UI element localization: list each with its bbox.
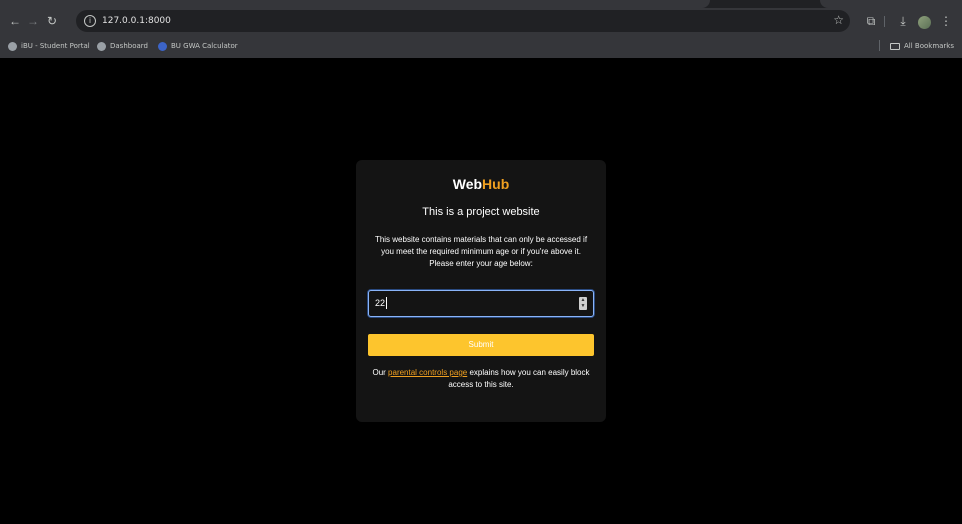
reload-icon[interactable]: ↻: [43, 12, 61, 30]
bookmark-favicon-icon: [8, 41, 17, 51]
extensions-icon[interactable]: ⧉: [864, 12, 878, 30]
download-icon[interactable]: ⤓: [896, 12, 910, 30]
profile-avatar[interactable]: [918, 16, 931, 29]
browser-toolbar: ← → ↻ i 127.0.0.1:8000 ☆ ⧉ ⤓ ⋮: [0, 8, 962, 34]
tab-strip: [0, 0, 962, 8]
number-spinner-icon[interactable]: ▲ ▼: [579, 297, 587, 310]
bookmark-favicon-icon: [158, 41, 167, 51]
bookmarks-divider: [879, 40, 880, 51]
bookmark-item-dashboard[interactable]: Dashboard: [97, 39, 148, 53]
page-viewport: WebHub This is a project website This we…: [0, 58, 962, 524]
folder-icon: [890, 42, 900, 50]
address-bar[interactable]: i 127.0.0.1:8000 ☆: [76, 10, 850, 32]
age-gate-card: WebHub This is a project website This we…: [356, 160, 606, 422]
parental-controls-note: Our parental controls page explains how …: [368, 367, 594, 391]
bookmark-label: Dashboard: [110, 42, 148, 50]
forward-arrow-icon[interactable]: →: [24, 12, 42, 30]
bookmark-favicon-icon: [97, 41, 106, 51]
brand-part-hub: Hub: [482, 176, 510, 192]
menu-kebab-icon[interactable]: ⋮: [940, 12, 952, 30]
url-text[interactable]: 127.0.0.1:8000: [102, 14, 171, 28]
submit-button[interactable]: Submit: [368, 334, 594, 356]
all-bookmarks-button[interactable]: All Bookmarks: [890, 39, 954, 53]
age-input[interactable]: 22 ▲ ▼: [368, 290, 594, 317]
tab-strip-right: [820, 0, 962, 8]
bookmark-item-gwa-calculator[interactable]: BU GWA Calculator: [158, 39, 238, 53]
bookmark-item-student-portal[interactable]: iBU - Student Portal: [8, 39, 90, 53]
card-title: This is a project website: [422, 206, 540, 218]
active-tab[interactable]: [0, 0, 710, 8]
footer-suffix: explains how you can easily block access…: [448, 368, 590, 389]
parental-controls-link[interactable]: parental controls page: [388, 368, 467, 377]
bookmark-label: iBU - Student Portal: [21, 42, 90, 50]
bookmark-star-icon[interactable]: ☆: [833, 13, 844, 27]
age-input-value[interactable]: 22: [375, 298, 385, 308]
toolbar-divider: [884, 16, 885, 27]
brand-logo: WebHub: [356, 176, 606, 192]
browser-chrome: ← → ↻ i 127.0.0.1:8000 ☆ ⧉ ⤓ ⋮ iBU - Stu…: [0, 0, 962, 58]
back-arrow-icon[interactable]: ←: [6, 12, 24, 30]
bookmark-label: BU GWA Calculator: [171, 42, 238, 50]
card-description: This website contains materials that can…: [374, 235, 588, 268]
all-bookmarks-label: All Bookmarks: [904, 42, 955, 50]
site-info-icon[interactable]: i: [84, 15, 96, 27]
bookmarks-bar: iBU - Student Portal Dashboard BU GWA Ca…: [0, 36, 962, 56]
text-caret: [386, 297, 387, 309]
footer-prefix: Our: [372, 368, 389, 377]
brand-part-web: Web: [452, 176, 483, 192]
